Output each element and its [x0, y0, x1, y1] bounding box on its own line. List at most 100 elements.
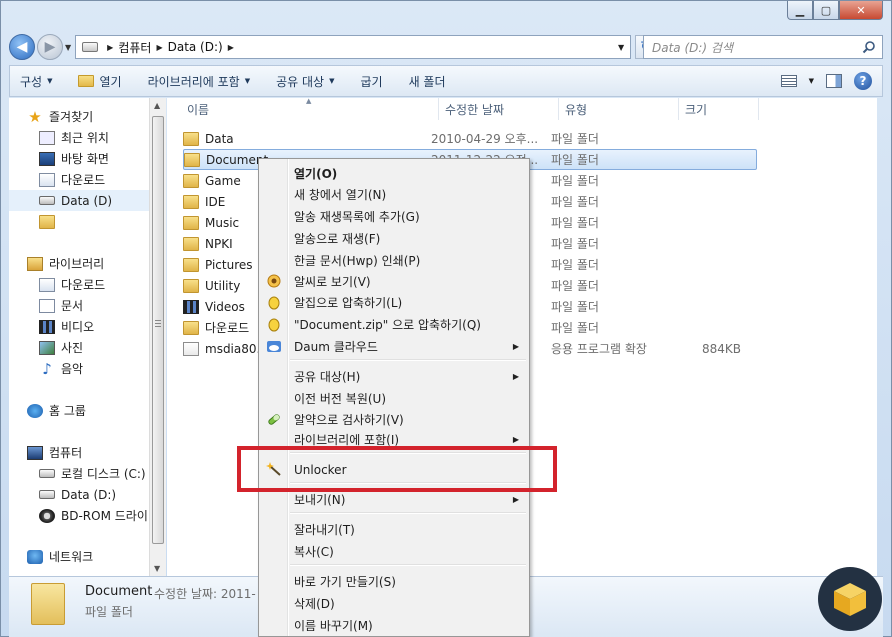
box-logo-badge [818, 567, 882, 631]
breadcrumb-separator-icon[interactable]: ▶ [228, 43, 234, 52]
help-icon[interactable]: ? [854, 72, 872, 90]
menu-item-cut[interactable]: 잘라내기(T) [261, 519, 527, 540]
sidebar-item-label: 비디오 [61, 320, 95, 334]
menu-separator [290, 564, 526, 566]
column-type[interactable]: 유형 [559, 98, 679, 120]
search-input[interactable]: Data (D:) 검색 [643, 35, 883, 59]
menu-item-label: 이름 바꾸기(M) [294, 619, 373, 633]
menu-item-add-alsong-playlist[interactable]: 알송 재생목록에 추가(G) [261, 206, 527, 227]
folder-icon [183, 131, 199, 146]
file-name: Pictures [205, 257, 253, 272]
open-button[interactable]: 열기 [78, 73, 122, 90]
sidebar-item-network[interactable]: 네트워크 [27, 546, 149, 567]
menu-item-unlocker[interactable]: Unlocker [261, 459, 527, 480]
sidebar-item-label: 로컬 디스크 (C:) [61, 467, 146, 481]
sidebar-item-videos[interactable]: 비디오 [39, 316, 149, 337]
scroll-up-icon[interactable]: ▲ [154, 101, 160, 110]
view-chevron-down-icon[interactable]: ▼ [809, 77, 814, 85]
menu-item-create-shortcut[interactable]: 바로 가기 만들기(S) [261, 571, 527, 592]
menu-item-label: 알집으로 압축하기(L) [294, 296, 403, 310]
homegroup-icon [27, 403, 43, 418]
file-name: Videos [205, 299, 245, 314]
list-item[interactable]: Data 2010-04-29 오후... 파일 폴더 [183, 128, 671, 149]
menu-item-play-alsong[interactable]: 알송으로 재생(F) [261, 228, 527, 249]
minimize-button[interactable]: ▁ [787, 1, 813, 20]
navigation-scrollbar[interactable]: ▲ ▼ [149, 98, 166, 576]
sidebar-item-label: 다운로드 [61, 278, 106, 292]
menu-item-label: 알송으로 재생(F) [294, 232, 381, 246]
sidebar-item-local-disk[interactable]: 로컬 디스크 (C:) [39, 463, 149, 484]
menu-item-compress-zip[interactable]: "Document.zip" 으로 압축하기(Q) [261, 314, 527, 335]
video-icon [39, 319, 55, 334]
menu-item-send-to[interactable]: 보내기(N) ▶ [261, 489, 527, 510]
menu-item-print-hwp[interactable]: 한글 문서(Hwp) 인쇄(P) [261, 250, 527, 271]
sidebar-item-music[interactable]: ♪ 음악 [39, 358, 149, 379]
menu-item-include-library[interactable]: 라이브러리에 포함(I) ▶ [261, 429, 527, 450]
new-folder-label: 새 폴더 [408, 74, 446, 89]
close-button[interactable]: ✕ [839, 1, 883, 20]
sidebar-item-label: 사진 [61, 341, 84, 355]
address-dropdown-icon[interactable]: ▼ [618, 43, 624, 52]
menu-item-copy[interactable]: 복사(C) [261, 541, 527, 562]
downloads-icon [39, 172, 55, 187]
menu-item-open[interactable]: 열기(O) [261, 163, 527, 184]
recent-pages-chevron-icon[interactable]: ▼ [65, 43, 71, 52]
breadcrumb-computer[interactable]: 컴퓨터 [118, 39, 151, 56]
sidebar-item-libraries[interactable]: 라이브러리 [27, 253, 149, 274]
sidebar-item-label: 음악 [61, 362, 84, 376]
menu-item-label: 잘라내기(T) [294, 523, 355, 537]
back-button[interactable]: ◀ [9, 34, 35, 60]
include-library-button[interactable]: 라이브러리에 포함 ▼ [148, 73, 251, 90]
sidebar-item-favorites[interactable]: ★ 즐겨찾기 [27, 106, 149, 127]
breadcrumb-separator-icon[interactable]: ▶ [156, 43, 162, 52]
sidebar-item-label: 다운로드 [61, 173, 106, 187]
downloads-folder-icon [183, 320, 199, 335]
burn-label: 굽기 [360, 74, 383, 89]
sidebar-item-downloads[interactable]: 다운로드 [39, 169, 149, 190]
scroll-down-icon[interactable]: ▼ [154, 564, 160, 573]
sidebar-item-desktop[interactable]: 바탕 화면 [39, 148, 149, 169]
share-button[interactable]: 공유 대상 ▼ [276, 73, 334, 90]
sidebar-item-data-d[interactable]: Data (D) [9, 190, 149, 211]
breadcrumb-separator-icon[interactable]: ▶ [107, 43, 113, 52]
sidebar-item-data-drive[interactable]: Data (D:) [39, 484, 149, 505]
burn-button[interactable]: 굽기 [360, 73, 382, 90]
column-name[interactable]: 이름 [167, 98, 439, 120]
details-name: Document [85, 584, 153, 599]
sidebar-item-computer[interactable]: 컴퓨터 [27, 442, 149, 463]
column-date[interactable]: 수정한 날짜 [439, 98, 559, 120]
view-options-icon[interactable] [780, 75, 797, 87]
sidebar-item-lib-downloads[interactable]: 다운로드 [39, 274, 149, 295]
sidebar-item-blurred-folder[interactable] [39, 211, 149, 232]
menu-item-open-new-window[interactable]: 새 창에서 열기(N) [261, 184, 527, 205]
alsee-icon [267, 274, 281, 288]
menu-item-label: 새 창에서 열기(N) [294, 188, 387, 202]
menu-item-label: "Document.zip" 으로 압축하기(Q) [294, 318, 481, 332]
sidebar-item-recent[interactable]: 최근 위치 [39, 127, 149, 148]
sidebar-item-label: 바탕 화면 [61, 152, 109, 166]
forward-button[interactable]: ▶ [37, 34, 63, 60]
menu-item-alzip-compress[interactable]: 알집으로 압축하기(L) [261, 292, 527, 313]
breadcrumb-data-d[interactable]: Data (D:) [168, 40, 223, 54]
file-name: Music [205, 215, 240, 230]
address-bar[interactable]: ▶ 컴퓨터 ▶ Data (D:) ▶ ▼ [75, 35, 632, 59]
menu-item-alyac-scan[interactable]: 알약으로 검사하기(V) [261, 409, 527, 430]
menu-item-rename[interactable]: 이름 바꾸기(M) [261, 615, 527, 636]
menu-item-restore-previous[interactable]: 이전 버전 복원(U) [261, 388, 527, 409]
menu-item-label: 열기(O) [294, 167, 338, 181]
preview-pane-icon[interactable] [826, 74, 842, 88]
maximize-button[interactable]: ▢ [813, 1, 839, 20]
sidebar-item-documents[interactable]: 문서 [39, 295, 149, 316]
menu-item-daum-cloud[interactable]: Daum 클라우드 ▶ [261, 336, 527, 357]
menu-item-alsee[interactable]: 알씨로 보기(V) [261, 271, 527, 292]
menu-item-delete[interactable]: 삭제(D) [261, 593, 527, 614]
sidebar-item-homegroup[interactable]: 홈 그룹 [27, 400, 149, 421]
scrollbar-thumb[interactable] [152, 116, 164, 544]
menu-item-share-with[interactable]: 공유 대상(H) ▶ [261, 366, 527, 387]
organize-button[interactable]: 구성 ▼ [20, 73, 52, 90]
sidebar-item-pictures[interactable]: 사진 [39, 337, 149, 358]
search-icon[interactable] [862, 40, 876, 54]
column-size[interactable]: 크기 [679, 98, 759, 120]
sidebar-item-bdrom[interactable]: BD-ROM 드라이 [39, 505, 149, 526]
new-folder-button[interactable]: 새 폴더 [409, 73, 446, 90]
